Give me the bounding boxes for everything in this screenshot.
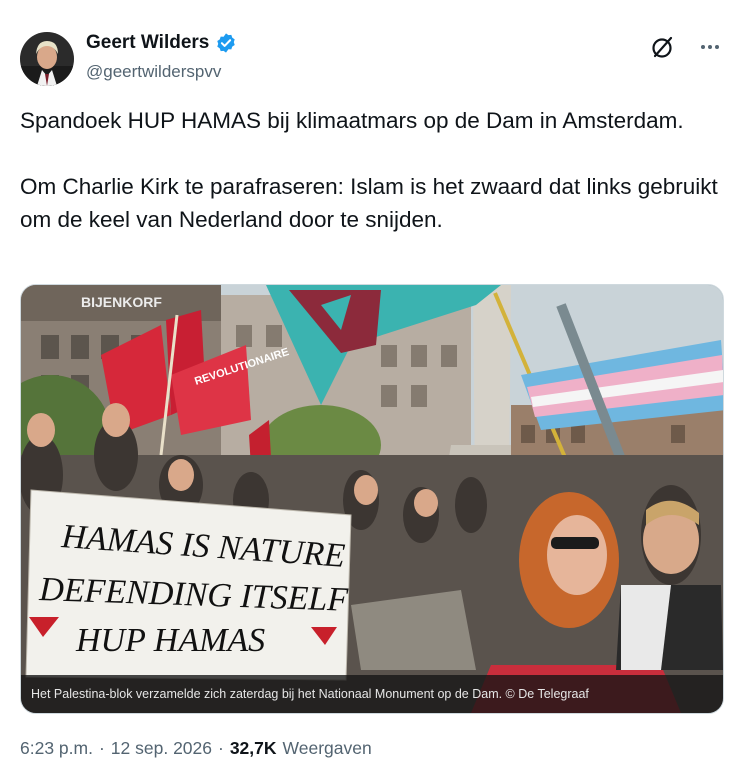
hamas-banner: HAMAS IS NATURE DEFENDING ITSELF HUP HAM… (25, 489, 352, 681)
tweet-date[interactable]: 12 sep. 2026 (111, 738, 212, 759)
protest-photo: BIJENKORF REVOLUTIONAIRE HAMAS IS NATURE… (21, 285, 723, 713)
grok-slash-icon[interactable] (650, 34, 676, 60)
top-actions (650, 34, 722, 60)
author-name-row: Geert Wilders (86, 32, 237, 54)
banner-line-3: HUP HAMAS (75, 622, 265, 659)
verified-badge-icon[interactable] (215, 32, 237, 54)
tweet-paragraph: Om Charlie Kirk te parafraseren: Islam i… (20, 174, 718, 232)
avatar-photo (20, 32, 74, 86)
tweet-text: Spandoek HUP HAMAS bij klimaatmars op de… (20, 104, 720, 236)
tweet-meta: 6:23 p.m. · 12 sep. 2026 · 32,7K Weergav… (20, 738, 372, 759)
views-label[interactable]: Weergaven (283, 738, 372, 759)
avatar[interactable] (20, 32, 74, 86)
media-caption-bar: Het Palestina-blok verzamelde zich zater… (21, 675, 723, 713)
meta-separator: · (218, 738, 224, 758)
tweet-paragraph: Spandoek HUP HAMAS bij klimaatmars op de… (20, 108, 684, 133)
tweet-time[interactable]: 6:23 p.m. (20, 738, 93, 759)
building-sign: BIJENKORF (81, 294, 162, 310)
views-count[interactable]: 32,7K (230, 738, 277, 759)
media-caption: Het Palestina-blok verzamelde zich zater… (31, 687, 589, 701)
author-name[interactable]: Geert Wilders (86, 32, 209, 54)
meta-separator: · (98, 738, 105, 758)
author-handle[interactable]: @geertwilderspvv (86, 62, 221, 82)
tweet-media[interactable]: BIJENKORF REVOLUTIONAIRE HAMAS IS NATURE… (20, 284, 724, 714)
tweet: Geert Wilders @geertwilderspvv Spandoek … (0, 0, 744, 784)
more-horizontal-icon[interactable] (698, 35, 722, 59)
